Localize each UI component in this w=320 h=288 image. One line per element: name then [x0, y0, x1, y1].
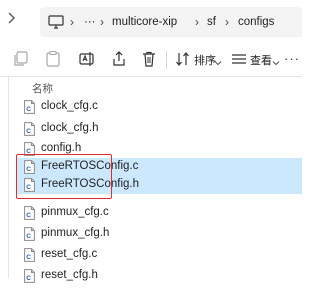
- chevron-right-icon: ›: [225, 15, 229, 29]
- column-header-name[interactable]: 名称: [32, 81, 53, 96]
- file-row[interactable]: Cclock_cfg.h: [16, 118, 302, 140]
- breadcrumb-segment[interactable]: configs: [238, 7, 274, 37]
- chevron-right-icon: ›: [70, 15, 74, 29]
- view-icon: [230, 50, 248, 68]
- share-icon[interactable]: [110, 50, 128, 68]
- svg-text:C: C: [26, 254, 31, 261]
- svg-text:C: C: [26, 275, 31, 282]
- breadcrumb-segment[interactable]: sf: [207, 7, 216, 37]
- file-row[interactable]: Cpinmux_cfg.c: [16, 202, 302, 224]
- address-bar[interactable]: › ··· › multicore-xip › sf › configs: [40, 7, 302, 37]
- chevron-right-icon: ›: [195, 15, 199, 29]
- toolbar-divider: [166, 51, 167, 69]
- chevron-down-icon: [272, 54, 280, 72]
- forward-icon[interactable]: [2, 10, 20, 30]
- c-source-file-icon: C: [24, 248, 35, 262]
- delete-icon[interactable]: [140, 50, 158, 68]
- c-source-file-icon: C: [24, 227, 35, 241]
- view-label: 查看: [250, 55, 272, 67]
- navigation-bar: › ··· › multicore-xip › sf › configs: [0, 0, 302, 42]
- paste-icon[interactable]: [44, 50, 62, 68]
- sort-icon: [174, 50, 192, 68]
- file-name: clock_cfg.c: [41, 100, 98, 112]
- computer-icon: [48, 15, 64, 34]
- svg-text:C: C: [26, 233, 31, 240]
- file-row[interactable]: Creset_cfg.c: [16, 244, 302, 266]
- c-source-file-icon: C: [24, 206, 35, 220]
- c-source-file-icon: C: [24, 269, 35, 283]
- view-button[interactable]: 查看: [228, 42, 280, 76]
- pane-divider: [8, 77, 9, 278]
- chevron-down-icon: [214, 54, 222, 72]
- svg-text:C: C: [26, 106, 31, 113]
- file-name: pinmux_cfg.c: [41, 206, 109, 218]
- annotation-highlight-box: [16, 154, 112, 199]
- c-source-file-icon: C: [24, 100, 35, 114]
- sort-button[interactable]: 排序: [174, 42, 222, 76]
- file-name: clock_cfg.h: [41, 122, 99, 134]
- file-name: pinmux_cfg.h: [41, 227, 110, 239]
- file-name: reset_cfg.c: [41, 248, 98, 260]
- file-name: reset_cfg.h: [41, 269, 98, 281]
- more-options-button[interactable]: ···: [284, 51, 300, 66]
- rename-icon[interactable]: [78, 50, 96, 68]
- breadcrumb-segment[interactable]: multicore-xip: [112, 7, 177, 37]
- file-row[interactable]: Cpinmux_cfg.h: [16, 223, 302, 245]
- file-name: config.h: [41, 142, 82, 154]
- svg-text:C: C: [26, 128, 31, 135]
- c-source-file-icon: C: [24, 122, 35, 136]
- file-row[interactable]: Cclock_cfg.c: [16, 96, 302, 118]
- command-toolbar: 排序 查看 ···: [0, 42, 302, 77]
- file-row[interactable]: Creset_cfg.h: [16, 265, 302, 287]
- svg-text:C: C: [26, 212, 31, 219]
- copy-icon[interactable]: [12, 50, 30, 68]
- chevron-right-icon: ›: [100, 15, 104, 29]
- breadcrumb-overflow[interactable]: ···: [84, 7, 96, 37]
- sort-label: 排序: [194, 55, 216, 67]
